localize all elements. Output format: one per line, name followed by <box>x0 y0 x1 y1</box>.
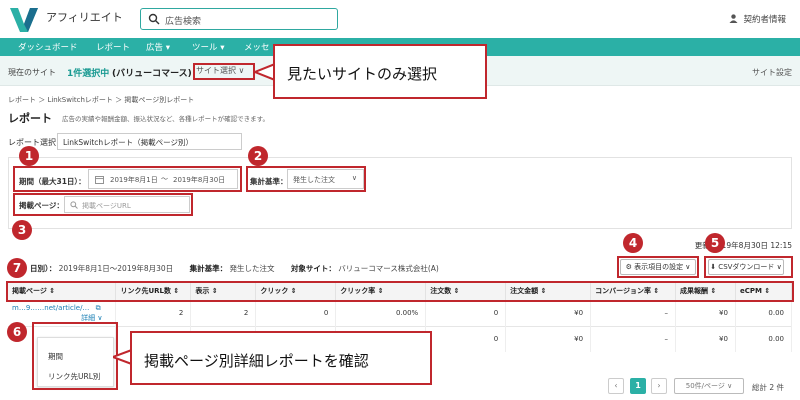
valuecommerce-logo[interactable] <box>8 6 40 34</box>
cell-link-url-count: 2 <box>115 299 192 326</box>
cell-conversion-rate: – <box>590 299 677 326</box>
nav-ads[interactable]: 広告 ▾ <box>146 41 170 53</box>
account-info-menu[interactable]: 契約者情報 <box>729 13 786 25</box>
summary-period-prefix: 日別）： <box>30 264 57 273</box>
per-page-select[interactable]: 50件/ページ ∨ <box>674 378 744 394</box>
user-icon <box>729 14 738 23</box>
basis-highlight <box>246 166 366 192</box>
ad-search-input[interactable]: 広告検索 <box>140 8 338 30</box>
summary-site-label: 対象サイト： <box>290 264 336 273</box>
report-select-label: レポート選択： <box>8 138 64 147</box>
external-link-icon[interactable]: ⧉ <box>96 304 101 312</box>
page-1-button[interactable]: 1 <box>630 378 646 394</box>
next-page-button[interactable]: › <box>651 378 667 394</box>
prev-page-button[interactable]: ‹ <box>608 378 624 394</box>
search-placeholder: 広告検索 <box>165 17 202 27</box>
badge-2: 2 <box>248 146 268 166</box>
page-url-link[interactable]: m…9……net/article/… <box>12 304 89 312</box>
page-description: 広告の実績や報酬金額、振込状況など、各種レポートが確認できます。 <box>62 115 270 123</box>
nav-dashboard[interactable]: ダッシュボード <box>18 41 78 53</box>
table-row: m…9……net/article/… ⧉ 詳細 ∨ 2 2 0 0.00% 0 … <box>8 299 793 326</box>
account-info-label: 契約者情報 <box>743 15 786 25</box>
cell-orders: 0 <box>425 325 507 352</box>
cell-orders: 0 <box>425 299 507 326</box>
detail-toggle[interactable]: 詳細 ∨ <box>12 313 102 323</box>
cell-clicks: 0 <box>255 299 337 326</box>
nav-messages[interactable]: メッセ <box>244 41 270 53</box>
site-select-highlight <box>193 63 255 80</box>
badge-5: 5 <box>705 233 725 253</box>
site-settings-link[interactable]: サイト設定 <box>752 67 792 78</box>
badge-4: 4 <box>623 233 643 253</box>
cell-conversion-rate: – <box>590 325 677 352</box>
badge-1: 1 <box>19 146 39 166</box>
callout-pointer <box>255 62 275 82</box>
page-url-highlight <box>13 193 193 216</box>
summary-site: バリューコマース株式会社(A) <box>338 264 439 273</box>
csv-download-highlight <box>704 256 793 278</box>
table-header-highlight <box>6 281 794 302</box>
current-site-label: 現在のサイト <box>8 68 56 77</box>
cell-ecpm: 0.00 <box>735 325 793 352</box>
cell-ctr: 0.00% <box>335 299 427 326</box>
callout-site-select: 見たいサイトのみ選択 <box>273 44 487 99</box>
summary-basis-label: 集計基準： <box>189 264 228 273</box>
breadcrumb: レポート ＞ LinkSwitchレポート ＞ 掲載ページ別レポート <box>8 96 195 104</box>
callout-detail-report-text: 掲載ページ別詳細レポートを確認 <box>144 352 369 370</box>
page-title: レポート <box>8 112 52 125</box>
column-settings-highlight <box>617 256 699 278</box>
badge-7: 7 <box>7 258 27 278</box>
selected-site-count: 1件選択中 <box>67 69 110 79</box>
search-icon <box>148 13 160 25</box>
page: アフィリエイト 広告検索 契約者情報 ダッシュボード レポート 広告 ▾ ツール… <box>0 0 800 400</box>
summary-basis: 発生した注文 <box>229 264 275 273</box>
cell-reward: ¥0 <box>675 299 736 326</box>
cell-order-amount: ¥0 <box>505 299 592 326</box>
callout-detail-report: 掲載ページ別詳細レポートを確認 <box>130 331 432 385</box>
detail-highlight <box>32 322 118 390</box>
badge-3: 3 <box>12 220 32 240</box>
total-count: 総計 2 件 <box>752 383 785 392</box>
nav-tools[interactable]: ツール ▾ <box>192 41 224 53</box>
cell-impressions: 2 <box>190 299 257 326</box>
callout-site-select-text: 見たいサイトのみ選択 <box>287 65 438 83</box>
cell-reward: ¥0 <box>675 325 736 352</box>
nav-report[interactable]: レポート <box>96 41 130 53</box>
summary-bar: 日別）： 2019年8月1日〜2019年8月30日 集計基準： 発生した注文 対… <box>30 263 439 274</box>
header: アフィリエイト 広告検索 契約者情報 <box>0 0 800 38</box>
summary-period: 2019年8月1日〜2019年8月30日 <box>58 264 174 273</box>
badge-6: 6 <box>7 322 27 342</box>
cell-ecpm: 0.00 <box>735 299 793 326</box>
cell-order-amount: ¥0 <box>505 325 592 352</box>
selected-site-name: (バリューコマース) <box>112 69 192 79</box>
app-title: アフィリエイト <box>46 11 123 24</box>
period-highlight <box>13 166 242 192</box>
report-select[interactable]: LinkSwitchレポート（掲載ページ別） <box>57 133 242 150</box>
